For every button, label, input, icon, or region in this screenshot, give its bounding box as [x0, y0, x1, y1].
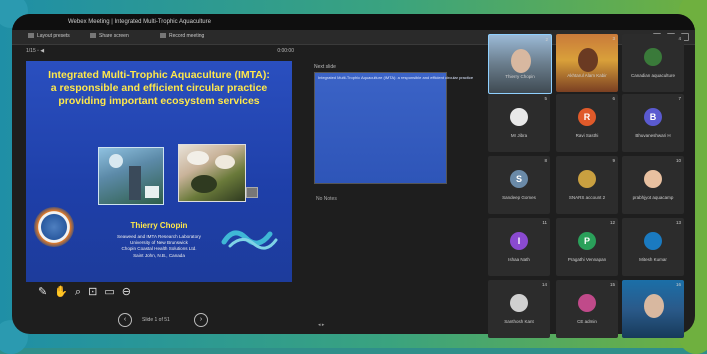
avatar — [644, 232, 662, 250]
imta-logo-icon — [34, 207, 74, 247]
wave-logo-icon — [221, 230, 278, 250]
pen-icon[interactable]: ✎ — [38, 286, 47, 298]
participant-tile[interactable]: 2 Thierry Chopin — [488, 34, 552, 94]
seaweed-bowl-shape — [191, 175, 217, 193]
screen-icon[interactable]: ▭ — [104, 286, 114, 298]
participant-tile[interactable]: 7 B Bhuvaneshwari H — [622, 94, 684, 152]
avatar: P — [578, 232, 596, 250]
participant-name: Ravi Sasthi — [575, 133, 599, 138]
presenter-affiliation: Seaweed and IMTA Research Laboratory Uni… — [117, 234, 201, 258]
hand-icon[interactable]: ✋ — [54, 286, 68, 298]
participant-name: Thierry Chopin — [505, 74, 535, 79]
avatar — [510, 108, 528, 126]
toolbar-item-record[interactable]: Record meeting — [160, 33, 204, 39]
round-logo-icon — [109, 154, 123, 168]
participant-tile[interactable]: 11 I Ishaa Nath — [488, 218, 550, 276]
next-slide-preview[interactable]: Integrated Multi-Trophic Aquaculture (IM… — [314, 72, 473, 184]
participant-name: Bhuvaneshwari H — [635, 133, 671, 138]
participant-name: CE admin — [577, 319, 597, 324]
participant-tile[interactable]: 4 Canadian aquaculture — [622, 34, 684, 92]
participant-tile[interactable]: 12 P Pragathi Vennapan — [556, 218, 618, 276]
window-title: Webex Meeting | Integrated Multi-Trophic… — [12, 14, 695, 30]
speaker-notes: No Notes — [316, 196, 337, 202]
annotation-tools: ✎ ✋ ⌕ ⊡ ▭ ⊖ — [38, 285, 178, 299]
participant-name: Canadian aquaculture — [630, 73, 676, 78]
participant-tile[interactable]: 9 SNARS account 2 — [556, 156, 618, 214]
minus-circle-icon[interactable]: ⊖ — [122, 286, 131, 298]
participant-number: 13 — [675, 220, 681, 225]
avatar: R — [578, 108, 596, 126]
participant-number: 15 — [609, 282, 615, 287]
next-slide-title: Next slide — [314, 64, 336, 70]
avatar: S — [510, 170, 528, 188]
slide-counter: 1/15 ▫ ◀ — [26, 48, 45, 54]
record-icon — [160, 33, 166, 39]
participant-number: 6 — [612, 96, 615, 101]
participant-number: 7 — [678, 96, 681, 101]
participant-number: 8 — [544, 158, 547, 163]
participant-number: 2 — [545, 37, 548, 42]
participant-number: 16 — [675, 282, 681, 287]
participant-tile[interactable]: 5 Mr Jibra — [488, 94, 550, 152]
share-icon — [90, 33, 96, 39]
participant-name: Pragathi Vennapan — [567, 257, 607, 262]
participant-number: 9 — [612, 158, 615, 163]
avatar — [510, 294, 528, 312]
presentation-header: 1/15 ▫ ◀ 0:00:00 — [26, 48, 294, 58]
participant-video-face — [511, 49, 531, 73]
participant-name: Sandeep Gomes — [502, 195, 536, 200]
participant-name: Akhtarul Alam Kabir — [567, 73, 607, 78]
aquaculture-site-photo — [98, 147, 164, 205]
participant-tile[interactable]: 8 S Sandeep Gomes — [488, 156, 550, 214]
avatar — [644, 170, 662, 188]
participant-tile[interactable]: 15 CE admin — [556, 280, 618, 338]
participant-name: Ishaa Nath — [508, 257, 530, 262]
next-slide-caption: Integrated Multi-Trophic Aquaculture (IM… — [318, 75, 474, 80]
pointer-icon[interactable]: ⊡ — [88, 286, 97, 298]
plate-shape — [215, 155, 235, 169]
participant-tile[interactable]: 16 — [622, 280, 684, 338]
image-overlay-button[interactable] — [246, 187, 258, 198]
participant-video-face — [644, 294, 664, 318]
toolbar-item-layout[interactable]: Layout presets — [28, 33, 70, 39]
participant-name: SNARS account 2 — [568, 195, 606, 200]
participant-name: Mitesh Kumar — [639, 257, 667, 262]
participant-name: Santhosh Kant — [504, 319, 534, 324]
participant-number: 10 — [675, 158, 681, 163]
avatar: I — [510, 232, 528, 250]
participant-number: 4 — [678, 36, 681, 41]
participant-tile[interactable]: 3 Akhtarul Alam Kabir — [556, 34, 618, 92]
participant-number: 12 — [609, 220, 615, 225]
toolbar-item-share[interactable]: Share screen — [90, 33, 129, 39]
participant-number: 11 — [542, 220, 547, 225]
avatar — [578, 170, 596, 188]
participant-number: 14 — [541, 282, 547, 287]
slide-pager: ‹ Slide 1 of 51 › — [118, 313, 218, 327]
panel-nav-icons[interactable]: ◂ ▸ — [318, 322, 324, 328]
participant-tile[interactable]: 6 R Ravi Sasthi — [556, 94, 618, 152]
participant-name: prabhjyot aquacamp — [632, 195, 674, 200]
zoom-icon[interactable]: ⌕ — [75, 286, 81, 298]
avatar: B — [644, 108, 662, 126]
plate-shape — [187, 151, 209, 165]
structure-shape — [129, 166, 141, 200]
next-slide-button[interactable]: › — [194, 313, 208, 327]
label-shape — [145, 186, 159, 198]
previous-slide-button[interactable]: ‹ — [118, 313, 132, 327]
participant-number: 3 — [612, 36, 615, 41]
participant-tile[interactable]: 14 Santhosh Kant — [488, 280, 550, 338]
participant-tile[interactable]: 10 prabhjyot aquacamp — [622, 156, 684, 214]
participant-video-face — [578, 48, 598, 72]
pager-text: Slide 1 of 51 — [142, 317, 170, 323]
avatar — [644, 48, 662, 66]
shared-slide: Integrated Multi-Trophic Aquaculture (IM… — [26, 61, 292, 282]
avatar — [578, 294, 596, 312]
elapsed-time: 0:00:00 — [277, 48, 294, 54]
participant-number: 5 — [544, 96, 547, 101]
participant-tile[interactable]: 13 Mitesh Kumar — [622, 218, 684, 276]
participant-name: Mr Jibra — [510, 133, 528, 138]
layout-icon — [28, 33, 34, 39]
seafood-dishes-photo — [178, 144, 246, 202]
slide-title: Integrated Multi-Trophic Aquaculture (IM… — [48, 69, 270, 107]
